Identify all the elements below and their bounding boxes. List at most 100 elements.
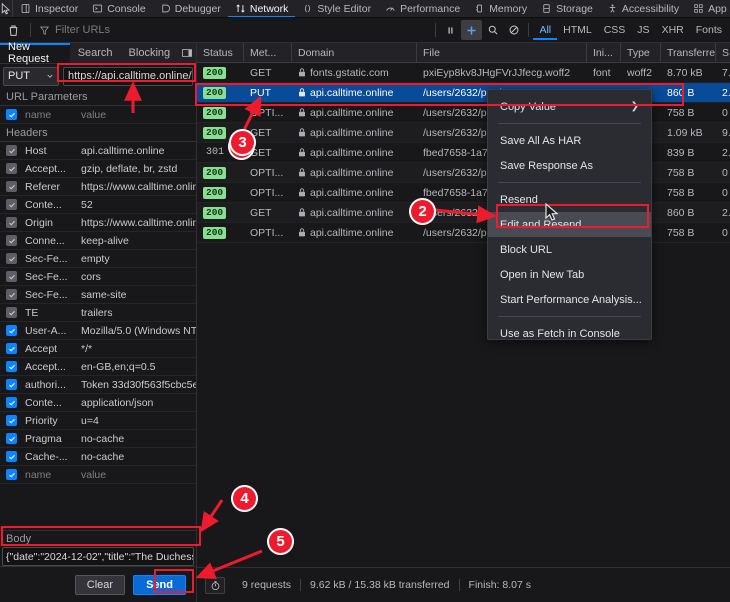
element-picker-icon[interactable] <box>0 0 13 17</box>
header-row[interactable]: User-A... Mozilla/5.0 (Windows NT 10.... <box>0 322 196 340</box>
stopwatch-icon[interactable] <box>205 576 225 594</box>
context-menu-item[interactable]: Use as Fetch in Console <box>488 321 651 346</box>
send-button[interactable]: Send <box>133 574 186 595</box>
context-menu-item[interactable]: Edit and Resend <box>488 212 651 237</box>
header-checkbox[interactable] <box>6 469 17 480</box>
column-header-initiator[interactable]: Ini... <box>587 43 621 62</box>
header-checkbox[interactable] <box>6 361 17 372</box>
tab-style-editor[interactable]: Style Editor <box>295 0 378 17</box>
header-checkbox[interactable] <box>6 325 17 336</box>
context-menu-item[interactable]: Save Response As <box>488 153 651 178</box>
url-param-row[interactable]: name value <box>0 106 196 124</box>
clear-requests-button[interactable] <box>0 18 26 42</box>
header-checkbox[interactable] <box>6 271 17 282</box>
tab-memory[interactable]: Memory <box>467 0 534 17</box>
header-row[interactable]: Pragma no-cache <box>0 430 196 448</box>
header-name: Sec-Fe... <box>25 288 68 301</box>
tab-console[interactable]: Console <box>85 0 153 17</box>
header-checkbox[interactable] <box>6 343 17 354</box>
tab-debugger[interactable]: Debugger <box>153 0 228 17</box>
header-row[interactable]: TE trailers <box>0 304 196 322</box>
tab-inspector[interactable]: Inspector <box>13 0 85 17</box>
column-header-type[interactable]: Type <box>621 43 661 62</box>
tab-accessibility[interactable]: Accessibility <box>600 0 686 17</box>
toolbar-divider <box>30 23 31 37</box>
header-row[interactable]: Conne... keep-alive <box>0 232 196 250</box>
header-row[interactable]: name value <box>0 466 196 484</box>
header-row[interactable]: Priority u=4 <box>0 412 196 430</box>
tab-performance-label: Performance <box>400 2 461 15</box>
tab-performance[interactable]: Performance <box>378 0 467 17</box>
header-checkbox[interactable] <box>6 199 17 210</box>
tab-new-request[interactable]: New Request <box>0 41 70 65</box>
tab-storage[interactable]: Storage <box>534 0 600 17</box>
header-row[interactable]: Accept */* <box>0 340 196 358</box>
context-menu-item[interactable]: Start Performance Analysis... <box>488 287 651 312</box>
filter-type-css[interactable]: CSS <box>598 20 632 40</box>
tab-application[interactable]: App <box>686 0 730 17</box>
column-header-transferred[interactable]: Transferred <box>661 43 716 62</box>
cell-status: 200 <box>197 63 244 82</box>
url-param-checkbox[interactable] <box>6 109 17 120</box>
filter-type-fonts[interactable]: Fonts <box>690 20 728 40</box>
header-checkbox[interactable] <box>6 145 17 156</box>
header-row[interactable]: Cache-... no-cache <box>0 448 196 466</box>
context-menu-item[interactable]: Resend <box>488 187 651 212</box>
header-checkbox[interactable] <box>6 253 17 264</box>
header-row[interactable]: authori... Token 33d30f563f5cbc5e27e... <box>0 376 196 394</box>
tab-search[interactable]: Search <box>70 43 121 63</box>
context-menu-item[interactable]: Save All As HAR <box>488 128 651 153</box>
header-checkbox[interactable] <box>6 379 17 390</box>
tab-network[interactable]: Network <box>228 0 296 17</box>
context-menu-item[interactable]: Copy Value ❯ <box>488 94 651 119</box>
headers-list[interactable]: Host api.calltime.online Accept... gzip, de… <box>0 142 196 530</box>
header-row[interactable]: Accept... en-GB,en;q=0.5 <box>0 358 196 376</box>
column-header-domain[interactable]: Domain <box>292 43 417 62</box>
column-header-method[interactable]: Met... <box>244 43 292 62</box>
header-row[interactable]: Sec-Fe... empty <box>0 250 196 268</box>
header-row[interactable]: Sec-Fe... cors <box>0 268 196 286</box>
header-row[interactable]: Conte... application/json <box>0 394 196 412</box>
clear-button[interactable]: Clear <box>74 574 126 595</box>
header-row[interactable]: Host api.calltime.online <box>0 142 196 160</box>
cell-transferred: 758 B <box>667 166 695 179</box>
new-request-button[interactable] <box>461 20 483 40</box>
header-row[interactable]: Origin https://www.calltime.online <box>0 214 196 232</box>
column-header-file[interactable]: File <box>417 43 587 62</box>
context-menu-item[interactable]: Open in New Tab <box>488 262 651 287</box>
collapse-panel-icon[interactable] <box>178 43 196 63</box>
header-checkbox[interactable] <box>6 217 17 228</box>
filter-urls-input[interactable]: Filter URLs <box>35 24 431 36</box>
filter-type-js[interactable]: JS <box>631 20 655 40</box>
header-checkbox[interactable] <box>6 307 17 318</box>
body-input[interactable]: {"date":"2024-12-02","title":"The Duches… <box>2 547 194 566</box>
block-requests-button[interactable] <box>503 20 524 40</box>
pause-button[interactable] <box>440 20 461 40</box>
header-checkbox[interactable] <box>6 415 17 426</box>
search-button[interactable] <box>482 20 503 40</box>
context-menu-item[interactable]: Block URL <box>488 237 651 262</box>
header-row[interactable]: Accept... gzip, deflate, br, zstd <box>0 160 196 178</box>
header-row[interactable]: Sec-Fe... same-site <box>0 286 196 304</box>
header-checkbox[interactable] <box>6 433 17 444</box>
header-checkbox[interactable] <box>6 289 17 300</box>
column-header-size[interactable]: S... <box>716 43 730 62</box>
header-checkbox[interactable] <box>6 397 17 408</box>
header-row[interactable]: Conte... 52 <box>0 196 196 214</box>
header-row[interactable]: Referer https://www.calltime.online/p... <box>0 178 196 196</box>
method-select[interactable]: PUT <box>3 66 59 86</box>
filter-type-html[interactable]: HTML <box>557 20 598 40</box>
filter-type-all[interactable]: All <box>533 20 557 40</box>
filter-type-xhr[interactable]: XHR <box>656 20 690 40</box>
status-badge: 200 <box>203 206 227 219</box>
context-menu-separator <box>498 182 641 183</box>
column-header-status[interactable]: Status <box>197 43 244 62</box>
header-checkbox[interactable] <box>6 451 17 462</box>
header-checkbox[interactable] <box>6 235 17 246</box>
cell-domain-text: api.calltime.online <box>310 226 394 239</box>
url-input[interactable]: https://api.calltime.online/user... <box>63 66 193 86</box>
header-checkbox[interactable] <box>6 181 17 192</box>
table-row[interactable]: 200 GET fonts.gstatic.com pxiEyp8kv8JHgFVrJ… <box>197 63 730 83</box>
header-checkbox[interactable] <box>6 163 17 174</box>
tab-blocking[interactable]: Blocking <box>121 43 179 63</box>
